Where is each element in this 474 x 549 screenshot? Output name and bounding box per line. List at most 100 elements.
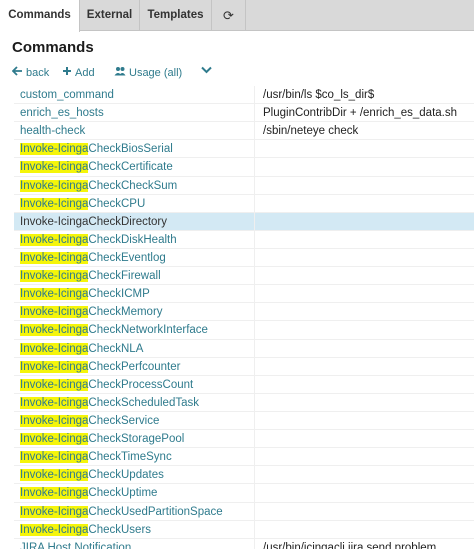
table-row[interactable]: Invoke-IcingaCheckCertificate [14, 158, 474, 177]
table-row[interactable]: Invoke-IcingaCheckEventlog [14, 248, 474, 268]
command-name[interactable]: Invoke-IcingaCheckICMP [14, 285, 254, 303]
search-highlight: Invoke-Icinga [20, 197, 89, 210]
command-name-rest: CheckDirectory [88, 215, 168, 228]
command-name[interactable]: Invoke-IcingaCheckCertificate [14, 158, 254, 176]
command-name[interactable]: Invoke-IcingaCheckUptime [14, 484, 254, 502]
table-row[interactable]: Invoke-IcingaCheckUpdates [14, 466, 474, 485]
command-name[interactable]: JIRA Host Notification [14, 539, 254, 549]
command-name[interactable]: Invoke-IcingaCheckTimeSync [14, 448, 254, 466]
command-name-rest: CheckService [88, 414, 160, 427]
table-row[interactable]: Invoke-IcingaCheckDiskHealth [14, 230, 474, 249]
table-row[interactable]: Invoke-IcingaCheckCheckSum [14, 176, 474, 195]
command-line [254, 267, 474, 286]
table-row[interactable]: Invoke-IcingaCheckTimeSync [14, 448, 474, 467]
command-name[interactable]: Invoke-IcingaCheckScheduledTask [14, 394, 254, 412]
command-name[interactable]: Invoke-IcingaCheckStoragePool [14, 430, 254, 448]
command-line [254, 158, 474, 177]
command-name-rest: CheckCPU [88, 197, 146, 210]
command-name[interactable]: Invoke-IcingaCheckFirewall [14, 267, 254, 285]
command-name[interactable]: Invoke-IcingaCheckBiosSerial [14, 140, 254, 158]
search-highlight: Invoke-Icinga [20, 451, 89, 464]
command-name[interactable]: Invoke-IcingaCheckMemory [14, 303, 254, 321]
command-name-rest: CheckProcessCount [88, 378, 194, 391]
command-name[interactable]: Invoke-IcingaCheckUpdates [14, 466, 254, 484]
search-highlight: Invoke-Icinga [20, 251, 89, 264]
command-name[interactable]: Invoke-IcingaCheckCheckSum [14, 177, 254, 195]
refresh-icon[interactable]: ⟳ [212, 0, 246, 31]
table-row[interactable]: Invoke-IcingaCheckService [14, 411, 474, 431]
command-line [254, 321, 474, 340]
table-row[interactable]: Invoke-IcingaCheckICMP [14, 285, 474, 304]
command-name[interactable]: Invoke-IcingaCheckNLA [14, 340, 254, 358]
table-row[interactable]: Invoke-IcingaCheckUsedPartitionSpace [14, 502, 474, 521]
table-row[interactable]: Invoke-IcingaCheckNetworkInterface [14, 321, 474, 340]
search-highlight: Invoke-Icinga [20, 161, 89, 174]
search-highlight: Invoke-Icinga [20, 179, 89, 192]
command-name[interactable]: Invoke-IcingaCheckUsedPartitionSpace [14, 503, 254, 521]
command-name[interactable]: Invoke-IcingaCheckNetworkInterface [14, 321, 254, 339]
command-name[interactable]: Invoke-IcingaCheckPerfcounter [14, 358, 254, 376]
table-row[interactable]: JIRA Host Notification/usr/bin/icingacli… [14, 538, 474, 549]
command-name[interactable]: enrich_es_hosts [14, 104, 254, 122]
table-row[interactable]: Invoke-IcingaCheckPerfcounter [14, 357, 474, 376]
table-row[interactable]: Invoke-IcingaCheckUsers [14, 520, 474, 539]
search-highlight: Invoke-Icinga [20, 469, 89, 482]
search-highlight: Invoke-Icinga [20, 306, 89, 319]
table-row[interactable]: Invoke-IcingaCheckNLA [14, 339, 474, 358]
add-button[interactable]: Add [62, 66, 95, 79]
table-row[interactable]: Invoke-IcingaCheckCPU [14, 194, 474, 213]
command-name-rest: CheckFirewall [88, 270, 161, 283]
command-line: /usr/bin/ls $co_ls_dir$ [254, 86, 474, 104]
command-name[interactable]: health-check [14, 122, 254, 140]
table-row[interactable]: Invoke-IcingaCheckScheduledTask [14, 393, 474, 412]
command-line [254, 520, 474, 539]
command-name[interactable]: Invoke-IcingaCheckDirectory [14, 213, 254, 231]
table-row[interactable]: enrich_es_hosts PluginContribDir + /enric… [14, 104, 474, 123]
search-highlight: Invoke-Icinga [20, 270, 89, 283]
search-highlight: Invoke-Icinga [20, 215, 89, 228]
search-highlight: Invoke-Icinga [20, 505, 89, 518]
table-row[interactable]: Invoke-IcingaCheckFirewall [14, 267, 474, 286]
table-row[interactable]: Invoke-IcingaCheckDirectory [14, 212, 474, 231]
table-row[interactable]: health-check/sbin/neteye check [14, 122, 474, 141]
table-row[interactable]: custom_command/usr/bin/ls $co_ls_dir$ [14, 86, 474, 105]
command-line [254, 212, 474, 231]
tab-commands[interactable]: Commands [0, 0, 80, 32]
command-name-rest: CheckUpdates [88, 469, 164, 482]
command-name[interactable]: Invoke-IcingaCheckDiskHealth [14, 231, 254, 249]
command-line [254, 448, 474, 467]
chevron-down-icon[interactable] [201, 66, 212, 74]
command-name[interactable]: Invoke-IcingaCheckService [14, 412, 254, 430]
page-title: Commands [12, 39, 94, 56]
command-name[interactable]: Invoke-IcingaCheckEventlog [14, 249, 254, 267]
command-name[interactable]: Invoke-IcingaCheckProcessCount [14, 376, 254, 394]
tab-external[interactable]: External [80, 0, 140, 31]
search-highlight: Invoke-Icinga [20, 233, 89, 246]
table-row[interactable]: Invoke-IcingaCheckMemory [14, 303, 474, 322]
command-line [254, 430, 474, 449]
search-highlight: Invoke-Icinga [20, 433, 89, 446]
tab-bar: Commands External Templates ⟳ [0, 0, 474, 32]
command-line [254, 339, 474, 358]
command-name[interactable]: custom_command [14, 86, 254, 104]
command-name-rest: CheckPerfcounter [88, 360, 181, 373]
search-highlight: Invoke-Icinga [20, 324, 89, 337]
table-row[interactable]: Invoke-IcingaCheckBiosSerial [14, 140, 474, 159]
command-name-rest: CheckStoragePool [88, 433, 185, 446]
command-name-rest: CheckMemory [88, 306, 163, 319]
tab-templates[interactable]: Templates [140, 0, 212, 31]
command-name[interactable]: Invoke-IcingaCheckUsers [14, 521, 254, 539]
command-line [254, 357, 474, 376]
table-row[interactable]: Invoke-IcingaCheckProcessCount [14, 375, 474, 394]
table-row[interactable]: Invoke-IcingaCheckUptime [14, 484, 474, 503]
search-highlight: Invoke-Icinga [20, 143, 89, 156]
command-name-rest: CheckTimeSync [88, 451, 172, 464]
command-name-rest: CheckCheckSum [88, 179, 178, 192]
command-name[interactable]: Invoke-IcingaCheckCPU [14, 195, 254, 213]
usage-button[interactable]: Usage (all) [114, 66, 182, 79]
command-line [254, 194, 474, 213]
table-row[interactable]: Invoke-IcingaCheckStoragePool [14, 430, 474, 449]
search-highlight: Invoke-Icinga [20, 396, 89, 409]
back-button[interactable]: back [11, 66, 49, 79]
command-name-rest: CheckBiosSerial [88, 143, 173, 156]
